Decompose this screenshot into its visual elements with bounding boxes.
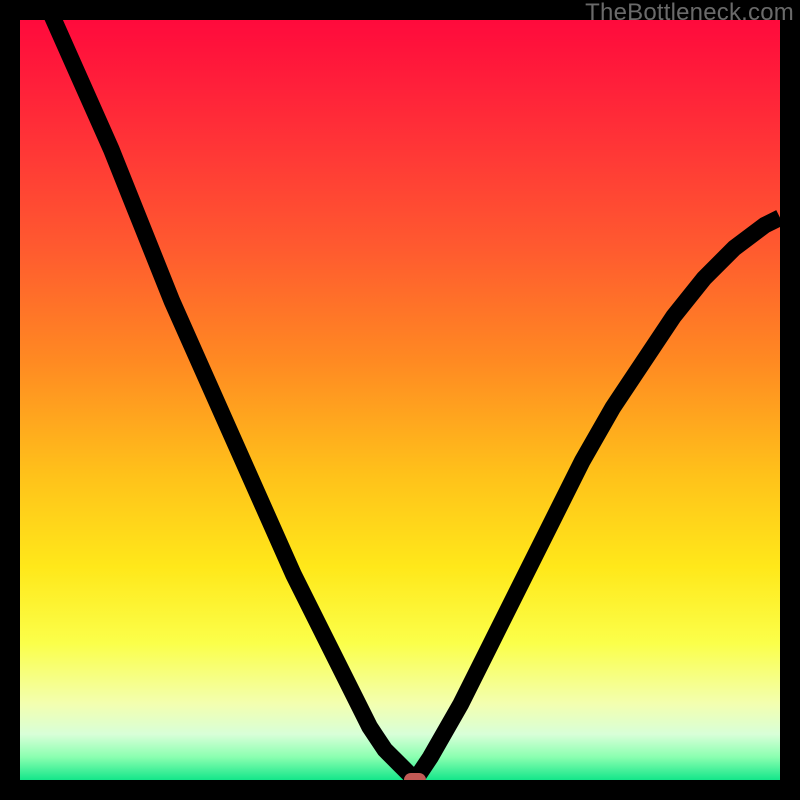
plot-area — [20, 20, 780, 780]
chart-frame: TheBottleneck.com — [0, 0, 800, 800]
curve-svg — [20, 20, 780, 780]
bottleneck-curve — [20, 20, 780, 780]
optimum-marker — [404, 773, 426, 780]
